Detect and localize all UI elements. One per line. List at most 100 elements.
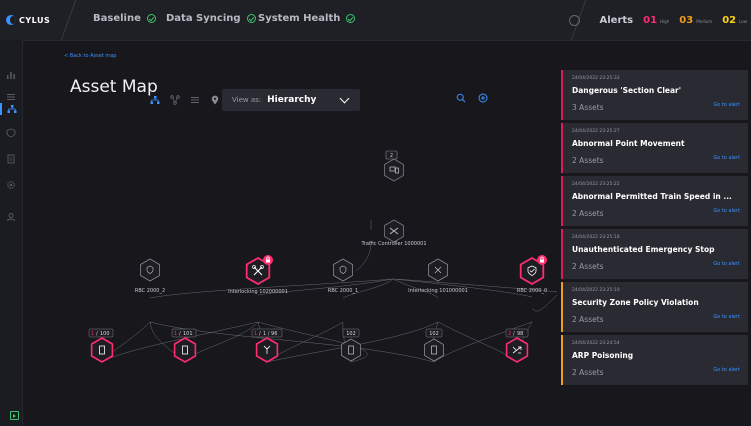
alert-count: 1 — [174, 331, 177, 337]
asset-total: 102 — [429, 331, 439, 337]
alert-title: Abnormal Permitted Train Speed in ... — [572, 192, 732, 201]
hex-frame — [341, 338, 361, 362]
check-circle-icon — [246, 14, 256, 23]
nav-data-syncing[interactable]: Data Syncing — [166, 13, 256, 24]
brand-name: CYLUS — [19, 15, 51, 25]
alert-assets: 2 Assets — [572, 156, 604, 165]
alert-time: 24/04/2022 23:25:27 — [572, 129, 620, 134]
severity-high-label: High — [660, 18, 670, 24]
nav-divider — [60, 0, 77, 40]
severity-medium-label: Medium — [696, 18, 713, 24]
alert-title: Dangerous 'Section Clear' — [572, 86, 682, 95]
nav-system-health[interactable]: System Health — [258, 13, 356, 24]
main-content: < Back to Asset map Asset Map View as: H… — [22, 40, 557, 426]
alert-count: 2 — [508, 331, 511, 337]
go-to-alert-link[interactable]: Go to alert — [713, 102, 740, 108]
document-icon[interactable] — [6, 154, 16, 164]
alert-card[interactable]: 24/04/2022 23:25:27 Abnormal Point Movem… — [561, 123, 748, 173]
mid-node-interlocking-101000001[interactable]: Interlocking 101000001 — [408, 258, 468, 294]
alert-settings-icon[interactable] — [568, 14, 580, 26]
top-count: 2 — [390, 153, 393, 159]
hex-frame — [90, 337, 114, 363]
bottom-node-4[interactable]: 102 — [341, 328, 361, 362]
severity-low-label: Low — [739, 18, 747, 24]
sidebar — [0, 40, 23, 426]
alerts-title: Alerts — [599, 14, 634, 26]
hierarchy-icon[interactable] — [0, 103, 22, 115]
alert-time: 24/04/2022 23:24:54 — [572, 341, 620, 346]
alert-count: 1 — [254, 331, 257, 337]
settings-icon[interactable] — [6, 180, 16, 190]
severity-high-count: 01 — [643, 14, 658, 26]
device-group-node[interactable]: 2 — [384, 150, 404, 182]
severity-medium-count: 03 — [679, 14, 694, 26]
alert-title: ARP Poisoning — [572, 351, 634, 360]
alert-assets: 2 Assets — [572, 209, 604, 218]
alert-assets: 2 Assets — [572, 315, 604, 324]
mid-node-label: RBC 2000_1 — [328, 288, 358, 294]
lock-icon — [536, 254, 548, 266]
traffic-controller-node[interactable]: Traffic Controller 1000001 — [360, 219, 427, 247]
nav-baseline-label: Baseline — [93, 13, 141, 24]
user-icon[interactable] — [6, 212, 16, 222]
list-icon[interactable] — [6, 92, 16, 102]
alert-card[interactable]: 24/04/2022 23:24:54 ARP Poisoning 2 Asse… — [561, 335, 748, 385]
hex-frame — [333, 258, 353, 282]
severity-medium[interactable]: 03 Medium — [679, 15, 712, 26]
alert-card[interactable]: 24/04/2022 23:25:10 Security Zone Policy… — [561, 282, 748, 332]
asset-total: 101 — [183, 331, 193, 337]
asset-total: 100 — [100, 331, 110, 337]
traffic-controller-label: Traffic Controller 1000001 — [360, 241, 426, 247]
go-to-alert-link[interactable]: Go to alert — [713, 261, 740, 267]
mid-node-label: RBC 2000_2 — [135, 288, 165, 294]
mid-node-label: Interlocking 102000001 — [228, 289, 288, 295]
go-to-alert-link[interactable]: Go to alert — [713, 367, 740, 373]
alert-card[interactable]: 24/04/2022 23:25:22 Abnormal Permitted T… — [561, 176, 748, 226]
alert-time: 24/04/2022 23:25:18 — [572, 235, 620, 240]
asset-hierarchy-graph: 2 Traffic Controller 1000001 RBC 2000_2 — [88, 150, 557, 363]
alert-assets: 2 Assets — [572, 262, 604, 271]
check-circle-icon — [146, 14, 156, 23]
top-bar: CYLUS Baseline Data Syncing System Healt… — [0, 0, 751, 41]
check-circle-icon — [346, 14, 356, 23]
bottom-node-3[interactable]: 1 / 1 / 96 — [251, 328, 283, 363]
go-to-alert-link[interactable]: Go to alert — [713, 155, 740, 161]
severity-high[interactable]: 01 High — [643, 15, 669, 26]
alert-assets: 2 Assets — [572, 368, 604, 377]
nav-data-syncing-label: Data Syncing — [166, 13, 241, 24]
hex-frame — [384, 158, 404, 182]
mid-node-rbc-2000-0[interactable]: RBC 2000_0 — [517, 254, 548, 294]
go-to-alert-link[interactable]: Go to alert — [713, 208, 740, 214]
hex-frame — [173, 337, 197, 363]
app-window: CYLUS Baseline Data Syncing System Healt… — [0, 0, 751, 426]
mid-node-label: Interlocking 101000001 — [408, 288, 468, 294]
alert-assets: 3 Assets — [572, 103, 604, 112]
bar-chart-icon[interactable] — [6, 70, 16, 80]
alert-title: Abnormal Point Movement — [572, 139, 685, 148]
bottom-node-2[interactable]: 1 / 101 — [171, 328, 197, 363]
play-icon[interactable] — [10, 411, 19, 420]
alerts-summary[interactable]: Alerts 01 High 03 Medium 02 Low — [568, 0, 751, 40]
asset-total: 98 — [517, 331, 523, 337]
alert-time: 24/04/2022 23:25:22 — [572, 182, 620, 187]
mid-node-rbc-2000-1[interactable]: RBC 2000_1 — [328, 258, 358, 294]
nav-baseline[interactable]: Baseline — [93, 13, 156, 24]
severity-low[interactable]: 02 Low — [722, 15, 747, 26]
asset-total: 102 — [346, 331, 356, 337]
severity-low-count: 02 — [722, 14, 737, 26]
asset-total: 1 / 96 — [263, 331, 277, 337]
mid-node-interlocking-102000001[interactable]: Interlocking 102000001 — [228, 254, 288, 295]
logo[interactable]: CYLUS — [6, 14, 50, 26]
bottom-node-5[interactable]: 102 — [424, 328, 444, 362]
alert-card[interactable]: 24/04/2022 23:25:18 Unauthenticated Emer… — [561, 229, 748, 279]
bottom-node-1[interactable]: 1 / 100 — [88, 328, 114, 363]
alert-card[interactable]: 24/04/2022 23:25:33 Dangerous 'Section C… — [561, 70, 748, 120]
mid-node-label: RBC 2000_0 — [517, 288, 547, 294]
alert-title: Unauthenticated Emergency Stop — [572, 245, 715, 254]
go-to-alert-link[interactable]: Go to alert — [713, 314, 740, 320]
shield-icon[interactable] — [6, 128, 16, 138]
mid-node-rbc-2000-2[interactable]: RBC 2000_2 — [135, 258, 165, 294]
bottom-node-6[interactable]: 2 / 98 — [505, 328, 529, 363]
hex-frame — [140, 258, 160, 282]
alerts-panel: 24/04/2022 23:25:33 Dangerous 'Section C… — [561, 70, 748, 388]
